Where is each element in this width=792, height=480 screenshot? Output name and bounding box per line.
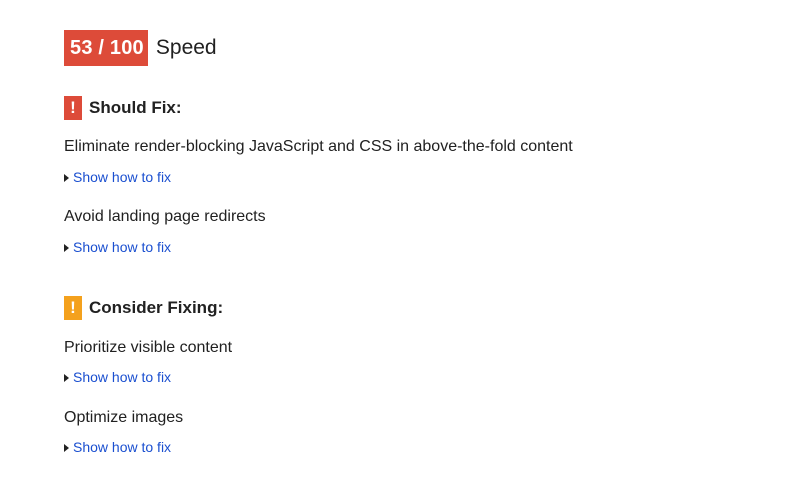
rule-title: Eliminate render-blocking JavaScript and… <box>64 138 573 155</box>
section-header-should-fix: ! Should Fix: <box>64 96 182 120</box>
caret-right-icon <box>64 373 69 382</box>
caret-right-icon <box>64 243 69 252</box>
exclamation-icon: ! <box>64 296 82 320</box>
link-label: Show how to fix <box>73 369 172 385</box>
pagespeed-results: 53 / 100 Speed ! Should Fix: Eliminate r… <box>0 0 792 480</box>
rule-title: Optimize images <box>64 409 184 426</box>
section-header-consider-fixing: ! Consider Fixing: <box>64 296 223 320</box>
caret-right-icon <box>64 173 69 182</box>
caret-right-icon <box>64 443 69 452</box>
link-label: Show how to fix <box>73 239 172 255</box>
show-how-to-fix-link[interactable]: Show how to fix <box>64 169 171 185</box>
show-how-to-fix-link[interactable]: Show how to fix <box>64 239 171 255</box>
section-title: Consider Fixing: <box>89 298 224 317</box>
rule-title: Prioritize visible content <box>64 339 233 356</box>
show-how-to-fix-link[interactable]: Show how to fix <box>64 439 171 455</box>
link-label: Show how to fix <box>73 169 172 185</box>
score-label: Speed <box>155 36 217 59</box>
score-badge: 53 / 100 <box>64 30 148 66</box>
score-row: 53 / 100 Speed <box>64 30 217 66</box>
exclamation-icon: ! <box>64 96 82 120</box>
show-how-to-fix-link[interactable]: Show how to fix <box>64 369 171 385</box>
link-label: Show how to fix <box>73 439 172 455</box>
rule-title: Avoid landing page redirects <box>64 208 266 225</box>
section-title: Should Fix: <box>89 98 182 117</box>
